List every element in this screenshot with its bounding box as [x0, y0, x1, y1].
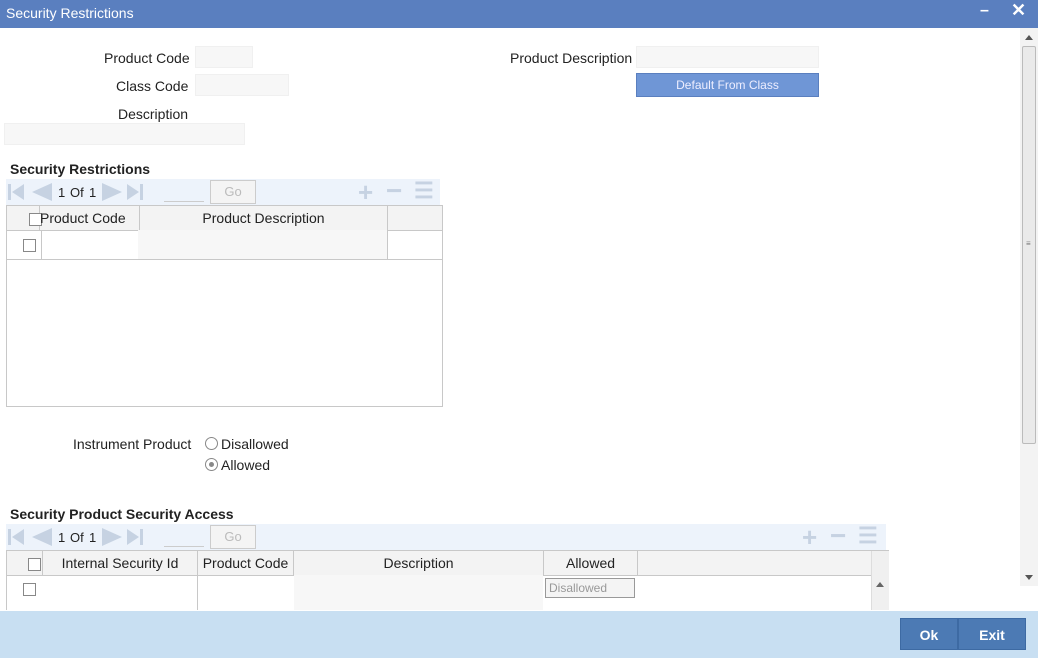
scroll-down-icon[interactable]	[1025, 575, 1033, 580]
pager-of: Of	[70, 530, 84, 545]
security-access-grid: Internal Security Id Product Code Descri…	[6, 550, 889, 610]
select-all-column	[7, 551, 43, 575]
row-product-code-cell[interactable]	[41, 230, 140, 259]
single-record-view-icon[interactable]: ☰	[858, 523, 878, 549]
add-row-icon[interactable]: +	[802, 522, 817, 553]
row-product-code-cell[interactable]	[197, 575, 295, 610]
pager-current: 1	[58, 530, 66, 545]
table-row: Disallowed	[7, 575, 871, 610]
select-all-column	[7, 206, 42, 230]
last-page-icon[interactable]	[127, 529, 139, 545]
next-page-icon[interactable]	[102, 183, 122, 201]
product-code-input[interactable]	[195, 46, 253, 68]
column-header-allowed[interactable]: Allowed	[544, 551, 638, 575]
delete-row-icon[interactable]: −	[386, 175, 402, 207]
scroll-up-icon[interactable]	[876, 582, 884, 587]
first-page-icon[interactable]	[12, 529, 24, 545]
last-page-bar	[140, 184, 143, 200]
description-input[interactable]	[4, 123, 245, 145]
grid-header: Product Code Product Description	[7, 206, 442, 231]
pager-current: 1	[58, 185, 66, 200]
window-title: Security Restrictions	[6, 5, 134, 21]
product-code-label: Product Code	[104, 50, 190, 66]
pager-total: 1	[89, 185, 97, 200]
class-code-label: Class Code	[116, 78, 189, 94]
previous-page-icon[interactable]	[32, 183, 52, 201]
delete-row-icon[interactable]: −	[830, 520, 846, 552]
ok-button[interactable]: Ok	[900, 618, 958, 650]
scroll-up-icon[interactable]	[1025, 35, 1033, 40]
radio-disallowed[interactable]	[205, 437, 218, 450]
instrument-product-label: Instrument Product	[73, 436, 192, 452]
page-number-input[interactable]	[164, 181, 204, 202]
column-header-product-description[interactable]: Product Description	[139, 206, 388, 230]
go-button[interactable]: Go	[210, 525, 256, 549]
previous-page-icon[interactable]	[32, 528, 52, 546]
column-header-description[interactable]: Description	[294, 551, 544, 575]
description-label: Description	[118, 106, 189, 122]
row-description-cell[interactable]	[294, 575, 543, 610]
last-page-bar	[140, 529, 143, 545]
row-checkbox[interactable]	[23, 583, 36, 596]
first-page-icon[interactable]	[12, 184, 24, 200]
go-button[interactable]: Go	[210, 180, 256, 204]
footer: Ok Exit	[0, 611, 1038, 658]
first-page-bar	[8, 184, 11, 200]
security-restrictions-pager: 1 Of 1 Go + − ☰	[6, 175, 440, 208]
minimize-icon[interactable]: –	[980, 2, 989, 20]
main-content: Product Code Class Code Description Prod…	[0, 28, 1020, 610]
page-number-input[interactable]	[164, 526, 204, 547]
row-product-description-cell[interactable]	[138, 230, 388, 259]
security-restrictions-title: Security Restrictions	[10, 161, 151, 177]
radio-disallowed-label: Disallowed	[221, 436, 289, 452]
column-header-product-code[interactable]: Product Code	[40, 206, 139, 230]
thumb-grip-icon: ≡	[1026, 239, 1031, 248]
pager-total: 1	[89, 530, 97, 545]
security-access-title: Security Product Security Access	[10, 506, 234, 522]
row-checkbox[interactable]	[23, 239, 36, 252]
last-page-icon[interactable]	[127, 184, 139, 200]
class-code-input[interactable]	[195, 74, 289, 96]
add-row-icon[interactable]: +	[358, 177, 373, 208]
security-restrictions-grid: Product Code Product Description	[6, 205, 443, 407]
column-header-internal-security-id[interactable]: Internal Security Id	[43, 551, 198, 575]
pager-of: Of	[70, 185, 84, 200]
allowed-select[interactable]: Disallowed	[545, 578, 635, 598]
grid-scrollbar[interactable]	[871, 551, 889, 610]
select-all-checkbox[interactable]	[28, 558, 41, 571]
title-bar: Security Restrictions – ✕	[0, 0, 1038, 28]
exit-button[interactable]: Exit	[958, 618, 1026, 650]
page-scrollbar[interactable]: ≡	[1020, 28, 1038, 586]
radio-allowed[interactable]	[205, 458, 218, 471]
security-access-pager: 1 Of 1 Go + − ☰	[6, 520, 886, 553]
grid-header: Internal Security Id Product Code Descri…	[7, 551, 871, 576]
default-from-class-button[interactable]: Default From Class	[636, 73, 819, 97]
single-record-view-icon[interactable]: ☰	[414, 178, 434, 204]
next-page-icon[interactable]	[102, 528, 122, 546]
product-description-label: Product Description	[510, 50, 633, 66]
scroll-thumb[interactable]: ≡	[1022, 46, 1036, 444]
close-icon[interactable]: ✕	[1011, 0, 1026, 21]
first-page-bar	[8, 529, 11, 545]
product-description-input[interactable]	[636, 46, 819, 68]
table-row	[7, 230, 442, 260]
column-header-product-code[interactable]: Product Code	[198, 551, 294, 575]
radio-allowed-label: Allowed	[221, 457, 271, 473]
